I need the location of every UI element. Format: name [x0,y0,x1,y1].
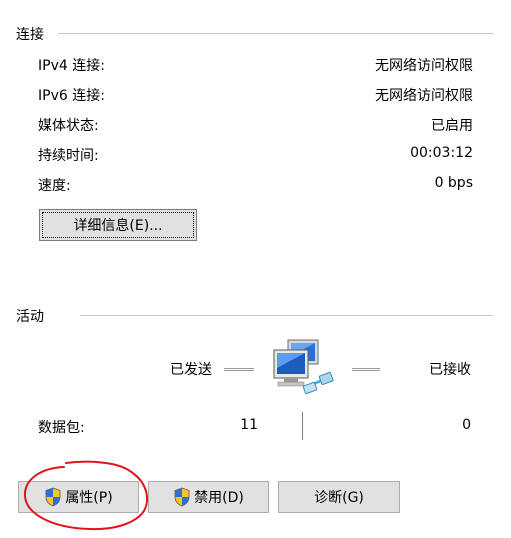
media-state-label: 媒体状态: [38,118,99,134]
activity-group-divider [80,315,493,316]
received-line [352,368,380,371]
packets-sent-value: 11 [240,417,258,433]
ipv4-label: IPv4 连接: [38,58,105,74]
duration-value: 00:03:12 [410,145,473,161]
speed-value: 0 bps [434,175,473,191]
activity-group-title: 活动 [16,309,44,325]
ipv6-label: IPv6 连接: [38,88,105,104]
speed-label: 速度: [38,178,71,194]
details-button[interactable]: 详细信息(E)... [39,209,197,241]
shield-icon [45,487,61,507]
packets-received-value: 0 [462,417,471,433]
sent-line [224,368,254,371]
properties-button[interactable]: 属性(P) [18,481,139,513]
ipv4-value: 无网络访问权限 [375,58,473,74]
duration-label: 持续时间: [38,148,99,164]
connection-group-divider [58,33,493,34]
network-computers-icon [273,339,334,395]
sent-label: 已发送 [170,362,212,378]
details-button-label: 详细信息(E)... [73,218,163,234]
ipv6-value: 无网络访问权限 [375,88,473,104]
received-label: 已接收 [429,362,471,378]
disable-button[interactable]: 禁用(D) [148,481,269,513]
media-state-value: 已启用 [431,118,473,134]
connection-group-title: 连接 [16,27,44,43]
diagnose-button[interactable]: 诊断(G) [278,481,400,513]
activity-divider [302,412,303,440]
disable-button-label: 禁用(D) [194,490,244,506]
diagnose-button-label: 诊断(G) [314,490,364,506]
properties-button-label: 属性(P) [65,490,113,506]
packets-label: 数据包: [38,420,85,436]
annotation-circle [23,460,149,531]
shield-icon [174,487,190,507]
